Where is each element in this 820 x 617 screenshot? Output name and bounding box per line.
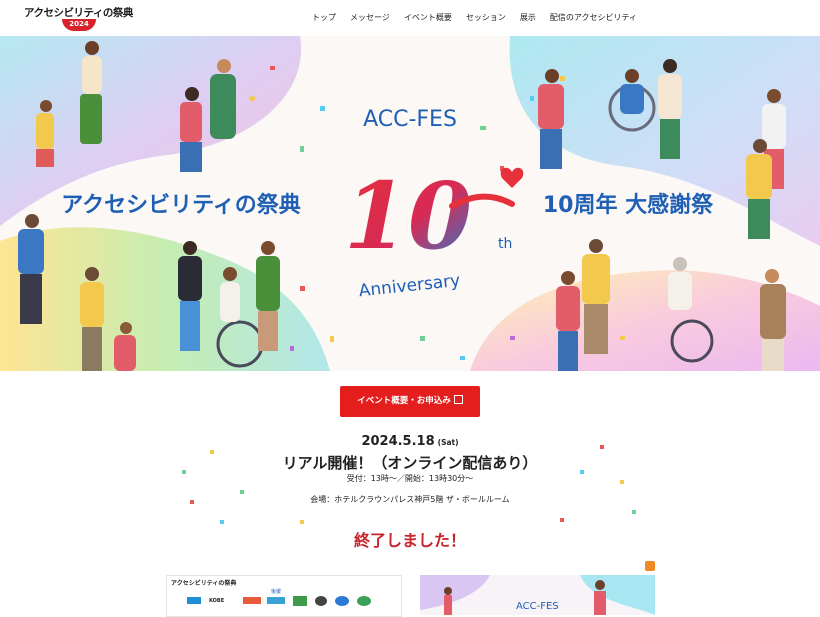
event-apply-button[interactable]: イベント概要・お申込み [340,386,480,417]
event-day: (Sat) [437,438,459,447]
event-date-text: 2024.5.18 [361,434,435,449]
event-apply-label: イベント概要・お申込み [357,396,451,406]
thumb1-sponsor-label: 後援 [271,589,282,595]
external-link-icon [453,395,463,404]
hero-ten: 10 [344,162,472,270]
nav-item-exhibition[interactable]: 展示 [520,12,536,23]
nav-item-event-overview[interactable]: イベント概要 [404,12,452,23]
event-mode: リアル開催！（オンライン配信あり） [282,454,538,472]
thumb2-title: ACC-FES [516,601,559,612]
hero-th: th [498,236,512,252]
hero-anniversary: Anniversary [358,271,461,302]
thumb1-logo: アクセシビリティの祭典 [171,580,237,587]
nav-item-top[interactable]: トップ [312,12,336,23]
event-times: 受付：13時〜／開始：13時30分〜 [346,474,474,483]
logo-year-badge: 2024 [62,19,96,31]
post-thumbnail-1[interactable]: アクセシビリティの祭典 後援 KOBE [166,575,402,617]
event-status: 終了しました！ [353,531,466,550]
global-nav: トップ メッセージ イベント概要 セッション 展示 配信のアクセシビリティ [312,12,651,23]
logo-text: アクセシビリティの祭典 [24,7,133,19]
site-logo[interactable]: アクセシビリティの祭典 2024 [24,4,133,32]
thumb1-kobe: KOBE [209,598,225,604]
hero-banner: ACC-FES アクセシビリティの祭典 10周年 大感謝祭 10 th Anni… [0,36,820,371]
nav-item-stream-accessibility[interactable]: 配信のアクセシビリティ [550,12,637,23]
nav-item-sessions[interactable]: セッション [466,12,506,23]
hero-illustration: ACC-FES アクセシビリティの祭典 10周年 大感謝祭 10 th Anni… [0,36,820,371]
nav-item-message[interactable]: メッセージ [350,12,390,23]
hero-left-title: アクセシビリティの祭典 [61,192,301,218]
rss-icon[interactable] [645,561,655,571]
hero-acc-fes: ACC-FES [363,107,457,132]
site-header: アクセシビリティの祭典 2024 トップ メッセージ イベント概要 セッション … [0,0,820,36]
event-date: 2024.5.18 (Sat) [0,434,820,449]
event-venue: 会場：ホテルクラウンパレス神戸5階 ザ・ボールルーム [310,495,510,504]
heart-icon [500,167,524,188]
post-thumbnail-2[interactable]: ACC-FES [420,575,655,615]
hero-right-title: 10周年 大感謝祭 [543,192,714,218]
